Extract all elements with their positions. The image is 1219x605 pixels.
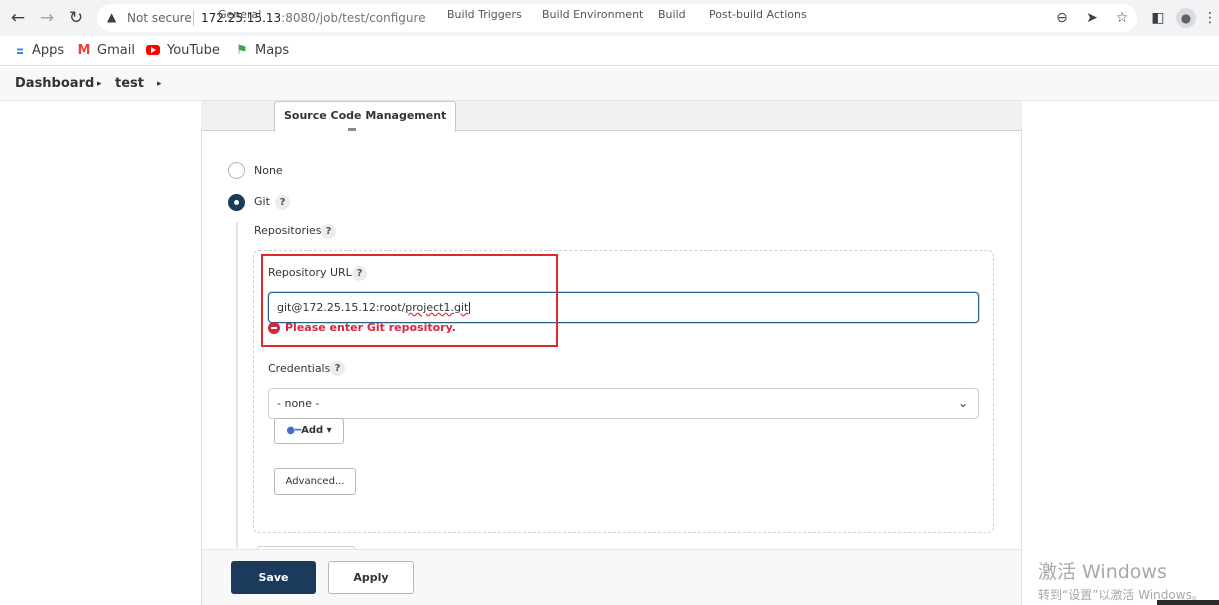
- repositories-label: Repositories: [254, 224, 322, 237]
- add-credentials-button[interactable]: ●━Add ▾: [274, 418, 344, 444]
- tab-source-code-management[interactable]: Source Code Management: [274, 101, 457, 132]
- annotation-highlight-box: [261, 254, 558, 347]
- bookmark-gmail[interactable]: M Gmail: [76, 42, 135, 60]
- repositories-help-icon[interactable]: ?: [321, 224, 336, 239]
- credentials-select[interactable]: - none -: [268, 388, 979, 419]
- windows-activation-watermark-title: 激活 Windows: [1038, 561, 1167, 583]
- chevron-down-icon[interactable]: ⌄: [956, 395, 970, 411]
- youtube-icon: [146, 44, 160, 55]
- bookmark-label: YouTube: [167, 43, 220, 58]
- address-divider: [193, 10, 194, 26]
- bookmarks-bar: ::: Apps M Gmail YouTube ⚑ Maps: [0, 36, 1219, 66]
- apps-grid-icon: :::: [16, 46, 24, 57]
- scm-git-label[interactable]: Git: [254, 195, 270, 209]
- bookmark-star-icon[interactable]: ☆: [1112, 8, 1132, 28]
- scm-none-radio[interactable]: [228, 162, 245, 179]
- not-secure-label[interactable]: Not secure: [127, 10, 192, 26]
- credentials-value: - none -: [277, 397, 320, 410]
- bookmark-maps[interactable]: ⚑ Maps: [234, 42, 289, 60]
- bookmark-youtube[interactable]: YouTube: [146, 42, 220, 60]
- add-label: Add: [301, 425, 324, 436]
- warning-icon[interactable]: ▲: [107, 10, 121, 24]
- side-panel-icon[interactable]: ◧: [1148, 8, 1168, 28]
- breadcrumb-dashboard[interactable]: Dashboard: [15, 76, 94, 92]
- tab-build[interactable]: Build: [658, 8, 686, 22]
- breadcrumb-test[interactable]: test: [115, 76, 144, 92]
- scm-none-label[interactable]: None: [254, 164, 283, 178]
- url-path: :8080/job/test/configure: [281, 11, 426, 25]
- maps-icon: ⚑: [236, 43, 248, 58]
- git-help-icon[interactable]: ?: [275, 195, 290, 210]
- tab-post-build-actions[interactable]: Post-build Actions: [709, 8, 807, 22]
- back-arrow-icon[interactable]: ←: [8, 8, 28, 28]
- forward-arrow-icon[interactable]: →: [37, 8, 57, 28]
- send-icon[interactable]: ➤: [1082, 8, 1102, 28]
- tab-build-triggers[interactable]: Build Triggers: [447, 8, 522, 22]
- section-heading-fragment: [348, 128, 356, 131]
- gmail-icon: M: [77, 43, 91, 58]
- breadcrumb-arrow-icon[interactable]: ▸: [157, 76, 162, 92]
- profile-avatar-icon[interactable]: ●: [1176, 8, 1196, 28]
- apply-button[interactable]: Apply: [328, 561, 414, 594]
- bookmark-label: Gmail: [97, 43, 135, 58]
- tab-build-environment[interactable]: Build Environment: [542, 8, 643, 22]
- breadcrumb: Dashboard ▸ test ▸: [0, 67, 1219, 101]
- advanced-button[interactable]: Advanced...: [274, 468, 356, 495]
- zoom-icon[interactable]: ⊖: [1052, 8, 1072, 28]
- reload-icon[interactable]: ↻: [66, 8, 86, 28]
- credentials-help-icon[interactable]: ?: [330, 361, 345, 376]
- save-button[interactable]: Save: [231, 561, 316, 594]
- key-icon: ●━: [286, 425, 302, 436]
- menu-kebab-icon[interactable]: ⋮: [1200, 8, 1219, 28]
- credentials-label: Credentials: [268, 362, 331, 375]
- git-section-indent-line: [236, 222, 238, 548]
- taskbar-fragment: [1157, 600, 1219, 605]
- caret-down-icon: ▾: [326, 425, 332, 436]
- action-bar: [202, 549, 1021, 605]
- scm-git-radio[interactable]: [228, 194, 245, 211]
- bookmark-label: Maps: [255, 43, 290, 58]
- tab-general[interactable]: General: [218, 8, 261, 22]
- bookmark-apps[interactable]: ::: Apps: [11, 42, 64, 60]
- bookmark-label: Apps: [32, 43, 65, 58]
- breadcrumb-arrow-icon[interactable]: ▸: [97, 76, 102, 92]
